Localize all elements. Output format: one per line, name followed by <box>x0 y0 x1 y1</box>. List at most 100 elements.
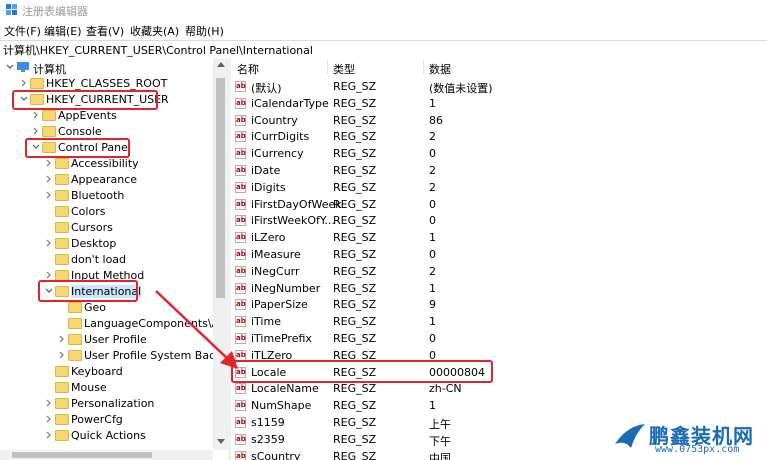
tree-node-bluetooth[interactable]: Bluetooth <box>0 188 213 204</box>
tree-vertical-scrollbar[interactable] <box>213 58 228 450</box>
collapsed-chevron-icon[interactable] <box>45 431 53 439</box>
collapsed-chevron-icon[interactable] <box>32 111 40 119</box>
string-value-icon-glyph: ab <box>236 418 246 426</box>
computer-icon <box>17 62 29 72</box>
table-row[interactable]: ab iCurrency REG_SZ 0 <box>231 145 767 162</box>
table-row[interactable]: ab (默认) REG_SZ (数值未设置) <box>231 78 767 95</box>
column-header-data[interactable]: 数据 <box>429 61 451 77</box>
tree-node-quick-actions[interactable]: Quick Actions <box>0 428 213 444</box>
value-name: iMeasure <box>251 248 301 261</box>
folder-icon <box>42 126 56 137</box>
value-name: iCalendarType <box>251 96 329 110</box>
string-value-icon-glyph: ab <box>236 384 246 393</box>
tree-node-accessibility[interactable]: Accessibility <box>0 156 213 172</box>
table-row[interactable]: ab iCurrDigits REG_SZ 2 <box>231 128 767 145</box>
menu-view[interactable]: 查看(V) <box>86 23 124 39</box>
menu-file[interactable]: 文件(F) <box>4 23 41 39</box>
table-row[interactable]: ab iFirstWeekOfY... REG_SZ 0 <box>231 212 767 229</box>
collapsed-chevron-icon[interactable] <box>58 351 66 359</box>
folder-icon <box>55 414 69 425</box>
value-name: iCountry <box>251 113 298 127</box>
tree-node-appevents[interactable]: AppEvents <box>0 108 213 124</box>
string-value-icon: ab <box>235 114 246 126</box>
tree-horizontal-scrollbar[interactable] <box>0 450 213 460</box>
column-header-type[interactable]: 类型 <box>333 61 355 77</box>
tree-node-personalization[interactable]: Personalization <box>0 396 213 412</box>
table-row[interactable]: ab iMeasure REG_SZ 0 <box>231 246 767 263</box>
string-value-icon-glyph: ab <box>236 115 246 124</box>
expanded-chevron-icon[interactable] <box>6 63 14 71</box>
scroll-thumb[interactable] <box>12 452 152 458</box>
menu-edit[interactable]: 编辑(E) <box>44 23 82 39</box>
value-name: LocaleName <box>251 382 319 396</box>
scroll-thumb[interactable] <box>216 78 225 298</box>
tree-label: don't load <box>71 253 127 266</box>
table-row[interactable]: ab iPaperSize REG_SZ 9 <box>231 296 767 313</box>
collapsed-chevron-icon[interactable] <box>45 239 53 247</box>
list-header: 名称 类型 数据 <box>231 58 767 76</box>
highlight-box-international <box>38 280 138 302</box>
collapsed-chevron-icon[interactable] <box>45 415 53 423</box>
tree-node-desktop[interactable]: Desktop <box>0 236 213 252</box>
tree-label: PowerCfg <box>71 413 123 426</box>
collapsed-chevron-icon[interactable] <box>45 271 53 279</box>
collapsed-chevron-icon[interactable] <box>45 399 53 407</box>
tree-node-powercfg[interactable]: PowerCfg <box>0 412 213 428</box>
tree-node-cursors[interactable]: Cursors <box>0 220 213 236</box>
menu-favorites[interactable]: 收藏夹(A) <box>130 23 179 39</box>
table-row[interactable]: ab iTimePrefix REG_SZ 0 <box>231 330 767 347</box>
collapsed-chevron-icon[interactable] <box>45 191 53 199</box>
string-value-icon: ab <box>235 400 246 412</box>
collapsed-chevron-icon[interactable] <box>20 79 28 87</box>
string-value-icon: ab <box>235 181 246 193</box>
string-value-icon-glyph: ab <box>236 182 246 191</box>
address-path[interactable]: 计算机\HKEY_CURRENT_USER\Control Panel\Inte… <box>3 42 313 58</box>
column-header-name[interactable]: 名称 <box>237 61 259 77</box>
table-row[interactable]: ab iLZero REG_SZ 1 <box>231 229 767 246</box>
table-row[interactable]: ab iNegCurr REG_SZ 2 <box>231 263 767 280</box>
value-data: 下午 <box>429 434 451 448</box>
value-data: 中国 <box>429 451 451 460</box>
table-row[interactable]: ab iFirstDayOfWeek REG_SZ 0 <box>231 196 767 213</box>
table-row[interactable]: ab iCountry REG_SZ 86 <box>231 112 767 129</box>
folder-icon <box>55 158 69 169</box>
column-divider[interactable] <box>423 60 424 74</box>
watermark-logo: 鹏鑫装机网 www.0753px.com <box>613 420 763 458</box>
value-data: 1 <box>429 281 436 295</box>
value-data: 0 <box>429 214 436 228</box>
string-value-icon-glyph: ab <box>236 266 246 275</box>
value-data: 2 <box>429 164 436 177</box>
folder-icon <box>55 430 69 441</box>
tree-node-colors[interactable]: Colors <box>0 204 213 220</box>
string-value-icon: ab <box>235 131 246 143</box>
tree-node-dont-load[interactable]: don't load <box>0 252 213 268</box>
values-list: 名称 类型 数据 ab (默认) REG_SZ (数值未设置) ab iCalendarT… <box>231 58 767 460</box>
tree-node-mouse[interactable]: Mouse <box>0 380 213 396</box>
collapsed-chevron-icon[interactable] <box>58 335 66 343</box>
string-value-icon-glyph: ab <box>236 166 246 174</box>
table-row[interactable]: ab iTime REG_SZ 1 <box>231 313 767 330</box>
value-data: 2 <box>429 180 436 194</box>
address-bar[interactable]: 计算机\HKEY_CURRENT_USER\Control Panel\Inte… <box>0 40 767 59</box>
column-divider[interactable] <box>327 60 328 74</box>
value-data: 1 <box>429 231 436 245</box>
table-row[interactable]: ab iDigits REG_SZ 2 <box>231 179 767 196</box>
tree-node-appearance[interactable]: Appearance <box>0 172 213 188</box>
value-name: iDigits <box>251 180 286 194</box>
scroll-up-arrow-icon[interactable] <box>217 62 225 67</box>
collapsed-chevron-icon[interactable] <box>45 159 53 167</box>
string-value-icon-glyph: ab <box>236 199 246 208</box>
table-row[interactable]: ab iNegNumber REG_SZ 1 <box>231 280 767 297</box>
tree-node-computer[interactable]: 计算机 <box>0 60 213 76</box>
collapsed-chevron-icon[interactable] <box>32 127 40 135</box>
folder-icon <box>55 366 69 377</box>
menu-help[interactable]: 帮助(H) <box>185 23 224 39</box>
value-name: (默认) <box>251 82 282 95</box>
collapsed-chevron-icon[interactable] <box>45 175 53 183</box>
value-data: 0 <box>429 147 436 161</box>
scroll-down-arrow-icon[interactable] <box>217 439 225 444</box>
table-row[interactable]: ab iCalendarType REG_SZ 1 <box>231 95 767 112</box>
table-row[interactable]: ab iDate REG_SZ 2 <box>231 162 767 179</box>
table-row[interactable]: ab NumShape REG_SZ 1 <box>231 397 767 414</box>
value-type: REG_SZ <box>333 281 377 295</box>
